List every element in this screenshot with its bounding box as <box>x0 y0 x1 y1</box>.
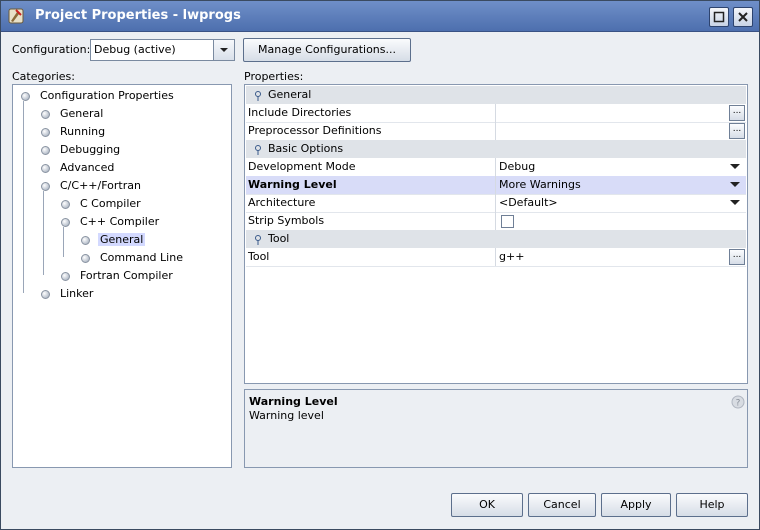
tree-item-cpp-fortran[interactable]: C/C++/Fortran <box>39 177 141 194</box>
window-title: Project Properties - lwprogs <box>35 8 241 23</box>
browse-button[interactable]: ... <box>729 249 745 265</box>
title-bar: Project Properties - lwprogs <box>1 1 759 32</box>
node-icon <box>81 236 90 245</box>
tree-item-advanced[interactable]: Advanced <box>39 159 114 176</box>
tree-item-label: Command Line <box>100 251 183 264</box>
property-name: Strip Symbols <box>248 214 325 227</box>
tree-item-debugging[interactable]: Debugging <box>39 141 120 158</box>
manage-configurations-button[interactable]: Manage Configurations... <box>243 38 411 62</box>
property-name: Preprocessor Definitions <box>248 124 382 137</box>
property-row-architecture[interactable]: Architecture <Default> <box>246 194 746 213</box>
node-icon <box>41 182 50 191</box>
tree-item-label: Running <box>60 125 106 138</box>
configuration-label: Configuration: <box>12 43 91 56</box>
property-value: <Default> <box>499 196 558 209</box>
property-row-tool[interactable]: Tool g++ ... <box>246 248 746 267</box>
chevron-down-icon[interactable] <box>730 200 740 206</box>
property-value: Debug <box>499 160 536 173</box>
property-name: Include Directories <box>248 106 352 119</box>
tree-item-label: Advanced <box>60 161 115 174</box>
node-icon <box>61 272 70 281</box>
category-name: Basic Options <box>268 142 344 155</box>
property-name: Architecture <box>248 196 316 209</box>
node-icon <box>41 290 50 299</box>
node-icon <box>61 218 70 227</box>
description-text: Warning level <box>249 409 324 422</box>
browse-button[interactable]: ... <box>729 123 745 139</box>
description-panel: Warning Level Warning level ? <box>244 389 748 468</box>
chevron-down-icon <box>220 48 228 52</box>
properties-label: Properties: <box>244 70 304 83</box>
tree-item-label: Linker <box>60 287 94 300</box>
property-value: More Warnings <box>499 178 581 191</box>
tree-item-label: Configuration Properties <box>40 89 174 102</box>
configuration-combo[interactable]: Debug (active) <box>90 39 235 61</box>
category-general[interactable]: General <box>246 86 746 104</box>
property-row-include-directories[interactable]: Include Directories ... <box>246 104 746 123</box>
property-row-strip-symbols[interactable]: Strip Symbols <box>246 212 746 231</box>
tree-item-label: General <box>60 107 104 120</box>
node-icon <box>81 254 90 263</box>
help-icon[interactable]: ? <box>731 395 745 409</box>
category-name: General <box>268 88 312 101</box>
tree-item-c-compiler[interactable]: C Compiler <box>59 195 141 212</box>
property-sheet: General Include Directories ... Preproce… <box>244 84 748 384</box>
node-icon <box>21 92 30 101</box>
ok-button[interactable]: OK <box>451 493 523 517</box>
tree-item-label: Debugging <box>60 143 121 156</box>
tree-item-running[interactable]: Running <box>39 123 105 140</box>
cancel-button[interactable]: Cancel <box>528 493 596 517</box>
apply-button[interactable]: Apply <box>601 493 671 517</box>
tree-item-label: C Compiler <box>80 197 141 210</box>
pin-icon <box>255 91 261 101</box>
property-name: Development Mode <box>248 160 356 173</box>
tree-item-fortran-compiler[interactable]: Fortran Compiler <box>59 267 173 284</box>
netbeans-tools-icon <box>8 8 24 24</box>
tree-item-cpp-compiler[interactable]: C++ Compiler <box>59 213 159 230</box>
property-row-preprocessor-definitions[interactable]: Preprocessor Definitions ... <box>246 122 746 141</box>
tree-item-label: Fortran Compiler <box>80 269 173 282</box>
browse-button[interactable]: ... <box>729 105 745 121</box>
strip-symbols-checkbox[interactable] <box>501 215 514 228</box>
property-name: Tool <box>248 250 270 263</box>
svg-text:?: ? <box>736 399 741 409</box>
category-name: Tool <box>268 232 290 245</box>
description-title: Warning Level <box>249 395 338 408</box>
tree-item-label: C/C++/Fortran <box>60 179 141 192</box>
node-icon <box>41 164 50 173</box>
maximize-icon <box>713 11 725 23</box>
help-button[interactable]: Help <box>676 493 748 517</box>
tree-item-label-selected: General <box>98 233 146 246</box>
property-row-warning-level[interactable]: Warning Level More Warnings <box>246 176 746 195</box>
close-icon <box>738 12 748 22</box>
pin-icon <box>255 145 261 155</box>
tree-item-command-line[interactable]: Command Line <box>79 249 183 266</box>
chevron-down-icon[interactable] <box>730 164 740 170</box>
node-icon <box>61 200 70 209</box>
tree-item-general[interactable]: General <box>39 105 103 122</box>
tree-item-linker[interactable]: Linker <box>39 285 93 302</box>
node-icon <box>41 110 50 119</box>
category-basic-options[interactable]: Basic Options <box>246 140 746 158</box>
categories-label: Categories: <box>12 70 75 83</box>
node-icon <box>41 128 50 137</box>
property-name: Warning Level <box>248 178 337 191</box>
pin-icon <box>255 235 261 245</box>
chevron-down-icon[interactable] <box>730 182 740 188</box>
tree-item-configuration-properties[interactable]: Configuration Properties <box>19 87 174 104</box>
categories-tree: Configuration Properties General Running… <box>12 84 232 468</box>
property-row-development-mode[interactable]: Development Mode Debug <box>246 158 746 177</box>
tree-item-cpp-general[interactable]: General <box>79 231 146 248</box>
category-tool[interactable]: Tool <box>246 230 746 248</box>
maximize-button[interactable] <box>709 7 729 27</box>
property-value: g++ <box>499 250 525 263</box>
close-button[interactable] <box>733 7 753 27</box>
node-icon <box>41 146 50 155</box>
configuration-value: Debug (active) <box>94 43 176 56</box>
configuration-dropdown-button[interactable] <box>213 40 234 60</box>
project-properties-dialog: Project Properties - lwprogs Configurati… <box>0 0 760 530</box>
tree-item-label: C++ Compiler <box>80 215 160 228</box>
